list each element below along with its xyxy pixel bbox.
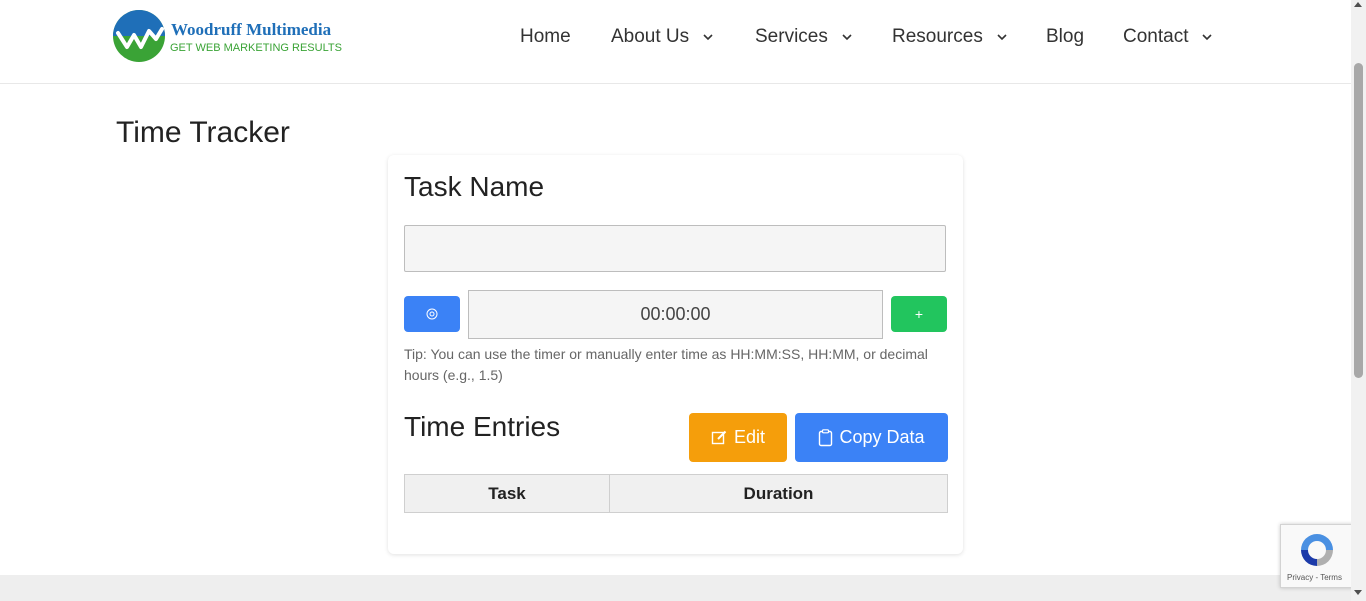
site-header: Woodruff Multimedia GET WEB MARKETING RE… [0, 0, 1351, 84]
brand-name: Woodruff Multimedia [171, 20, 332, 39]
nav-blog[interactable]: Blog [1046, 26, 1084, 48]
footer [0, 575, 1351, 601]
nav-home[interactable]: Home [520, 26, 571, 48]
time-entries-table: Task Duration [404, 474, 948, 513]
add-entry-label: + [914, 306, 924, 322]
scroll-up-icon[interactable] [1354, 2, 1362, 7]
time-input[interactable] [468, 290, 883, 339]
time-tracker-card: Task Name + Tip: You can use the timer o… [388, 155, 963, 554]
chevron-down-icon [997, 34, 1007, 41]
copy-data-button[interactable]: Copy Data [795, 413, 948, 462]
table-header-row: Task Duration [404, 474, 948, 513]
tip-text: Tip: You can use the timer or manually e… [404, 346, 928, 383]
nav-about-us[interactable]: About Us [611, 26, 715, 48]
recaptcha-badge[interactable]: Privacy - Terms [1280, 524, 1354, 588]
time-entries-heading: Time Entries [404, 411, 561, 442]
site-logo[interactable]: Woodruff Multimedia GET WEB MARKETING RE… [112, 9, 352, 65]
nav-contact-label: Contact [1123, 26, 1189, 47]
edit-icon [711, 430, 727, 445]
recaptcha-icon [1301, 534, 1333, 566]
nav-blog-label: Blog [1046, 26, 1085, 47]
nav-resources[interactable]: Resources [892, 26, 1009, 48]
target-icon [426, 308, 438, 320]
column-header-duration: Duration [609, 474, 948, 513]
logo-mark-icon [113, 10, 165, 62]
nav-services[interactable]: Services [755, 26, 854, 48]
task-name-input[interactable] [404, 225, 946, 272]
copy-data-label: Copy Data [839, 427, 925, 447]
edit-button[interactable]: Edit [689, 413, 787, 462]
nav-home-label: Home [520, 26, 571, 47]
add-entry-button[interactable]: + [891, 296, 947, 332]
scrollbar-thumb[interactable] [1354, 63, 1363, 378]
task-name-label: Task Name [404, 171, 545, 202]
recaptcha-links[interactable]: Privacy - Terms [1287, 573, 1342, 582]
chevron-down-icon [842, 34, 852, 41]
nav-services-label: Services [755, 26, 828, 47]
scroll-down-icon[interactable] [1354, 590, 1362, 595]
edit-button-label: Edit [733, 427, 766, 447]
nav-about-us-label: About Us [611, 26, 690, 47]
clipboard-icon [819, 428, 833, 446]
start-timer-button[interactable] [404, 296, 460, 332]
column-header-task: Task [404, 474, 610, 513]
vertical-scrollbar[interactable] [1351, 0, 1366, 601]
brand-tagline: GET WEB MARKETING RESULTS [170, 42, 342, 54]
page-title: Time Tracker [116, 116, 290, 149]
nav-resources-label: Resources [892, 26, 983, 47]
chevron-down-icon [1202, 34, 1213, 41]
chevron-down-icon [703, 34, 713, 41]
nav-contact[interactable]: Contact [1123, 26, 1214, 48]
